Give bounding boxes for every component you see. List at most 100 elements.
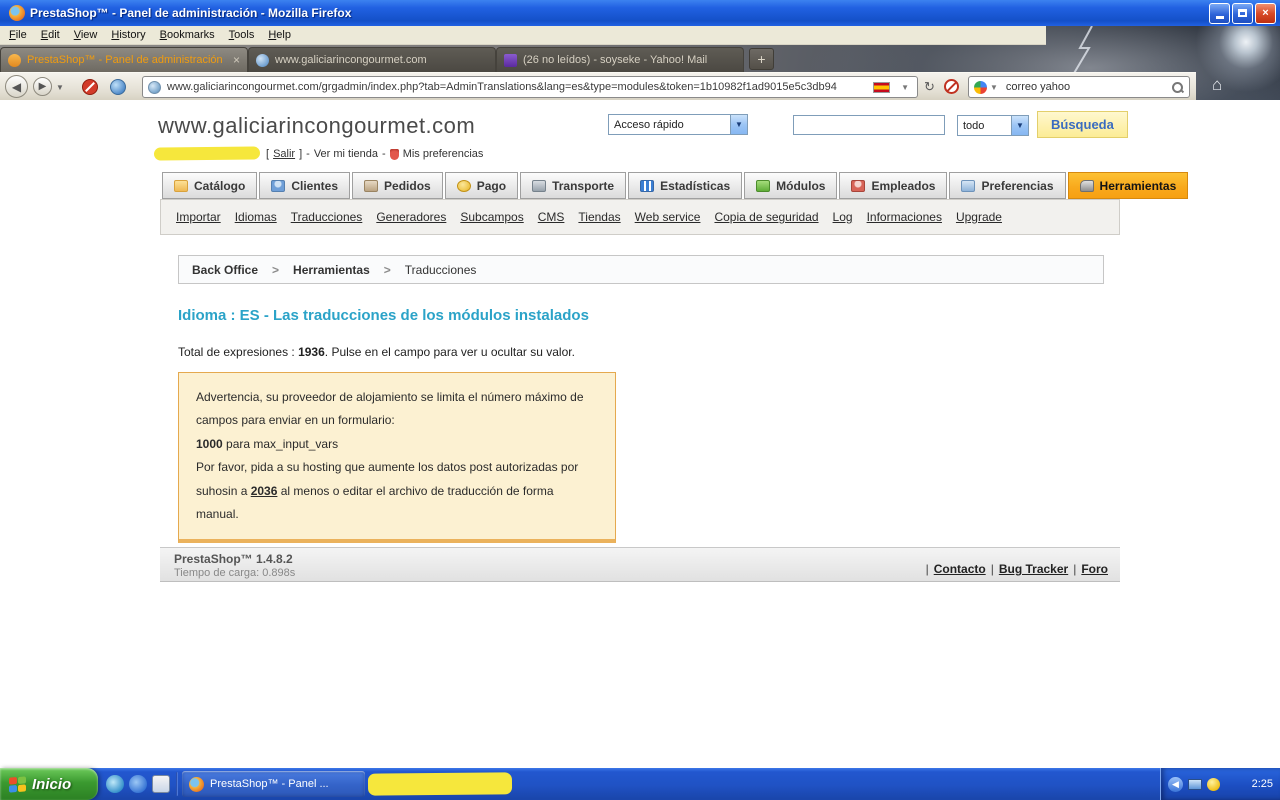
start-button[interactable]: Inicio bbox=[0, 768, 98, 800]
addon-globe-icon[interactable] bbox=[110, 79, 126, 95]
tab-pago[interactable]: Pago bbox=[444, 172, 519, 199]
shop-title: www.galiciarincongourmet.com bbox=[158, 113, 476, 138]
page-footer: PrestaShop™ 1.4.8.2 Tiempo de carga: 0.8… bbox=[160, 547, 1120, 582]
menu-view[interactable]: View bbox=[67, 27, 105, 43]
browser-search-bar[interactable]: ▼ bbox=[968, 76, 1190, 98]
quick-launch-ie-icon[interactable] bbox=[129, 775, 147, 793]
search-scope-select[interactable]: todo ▼ bbox=[957, 115, 1029, 136]
tab-label: Preferencias bbox=[981, 178, 1054, 193]
tab-label: Herramientas bbox=[1099, 178, 1177, 193]
logout-link[interactable]: Salir bbox=[273, 148, 295, 160]
back-button[interactable]: ◀ bbox=[5, 75, 28, 98]
messenger-icon[interactable] bbox=[1207, 777, 1220, 791]
submenu-copia-seguridad[interactable]: Copia de seguridad bbox=[714, 210, 818, 224]
forward-button[interactable]: ▶ bbox=[33, 77, 52, 96]
bug-tracker-link[interactable]: Bug Tracker bbox=[999, 562, 1068, 576]
preferences-icon bbox=[389, 148, 399, 160]
tab-empleados[interactable]: Empleados bbox=[839, 172, 948, 199]
task-button-label: PrestaShop™ - Panel ... bbox=[210, 778, 329, 790]
chevron-down-icon[interactable]: ▼ bbox=[1011, 116, 1028, 135]
tab-modulos[interactable]: Módulos bbox=[744, 172, 838, 199]
submenu-web-service[interactable]: Web service bbox=[635, 210, 701, 224]
submenu-traducciones[interactable]: Traducciones bbox=[291, 210, 363, 224]
tab-yahoo-mail[interactable]: (26 no leídos) - soyseke - Yahoo! Mail bbox=[496, 47, 744, 72]
menu-bookmarks[interactable]: Bookmarks bbox=[153, 27, 222, 43]
submenu-generadores[interactable]: Generadores bbox=[376, 210, 446, 224]
user-bar: [ Salir ] - Ver mi tienda - Mis preferen… bbox=[266, 148, 483, 160]
taskbar: Inicio PrestaShop™ - Panel ... ◀ 2:25 bbox=[0, 768, 1280, 800]
chevron-down-icon[interactable]: ▼ bbox=[730, 115, 747, 134]
quick-launch-desktop-icon[interactable] bbox=[106, 775, 124, 793]
payment-icon bbox=[456, 179, 471, 192]
menu-tools[interactable]: Tools bbox=[222, 27, 262, 43]
menu-file[interactable]: File bbox=[2, 27, 34, 43]
tab-galiciarincongourmet[interactable]: www.galiciarincongourmet.com bbox=[248, 47, 496, 72]
windows-logo-icon bbox=[9, 775, 26, 793]
firefox-task-button[interactable]: PrestaShop™ - Panel ... bbox=[182, 771, 365, 797]
taskbar-divider bbox=[176, 772, 178, 796]
view-store-link[interactable]: Ver mi tienda bbox=[314, 148, 378, 160]
submenu-tiendas[interactable]: Tiendas bbox=[578, 210, 620, 224]
minimize-icon bbox=[1215, 16, 1224, 19]
page-content: www.galiciarincongourmet.com Acceso rápi… bbox=[0, 100, 1280, 768]
google-icon[interactable] bbox=[974, 80, 987, 94]
history-dropdown-icon[interactable]: ▼ bbox=[56, 83, 64, 92]
new-tab-button[interactable]: + bbox=[749, 48, 774, 70]
menu-help[interactable]: Help bbox=[261, 27, 298, 43]
maximize-button[interactable] bbox=[1232, 2, 1253, 24]
system-tray: ◀ 2:25 bbox=[1160, 768, 1280, 800]
hide-icons-chevron[interactable]: ◀ bbox=[1168, 776, 1183, 792]
browser-chrome: File Edit View History Bookmarks Tools H… bbox=[0, 26, 1280, 100]
tab-pedidos[interactable]: Pedidos bbox=[352, 172, 443, 199]
tab-clientes[interactable]: Clientes bbox=[259, 172, 351, 199]
clients-icon bbox=[271, 179, 286, 192]
submenu-upgrade[interactable]: Upgrade bbox=[956, 210, 1002, 224]
quick-access-select[interactable]: Acceso rápido ▼ bbox=[608, 114, 748, 135]
tab-preferencias[interactable]: Preferencias bbox=[949, 172, 1066, 199]
tab-herramientas[interactable]: Herramientas bbox=[1067, 172, 1189, 199]
submenu-idiomas[interactable]: Idiomas bbox=[235, 210, 277, 224]
breadcrumb-herramientas[interactable]: Herramientas bbox=[293, 263, 370, 277]
shop-search-input[interactable] bbox=[793, 115, 945, 135]
total-suffix: . Pulse en el campo para ver u ocultar s… bbox=[324, 345, 575, 359]
my-preferences-link[interactable]: Mis preferencias bbox=[403, 148, 484, 160]
censored-task-item bbox=[367, 772, 513, 796]
browser-search-input[interactable] bbox=[1005, 81, 1171, 93]
submenu-subcampos[interactable]: Subcampos bbox=[460, 210, 523, 224]
menu-edit[interactable]: Edit bbox=[34, 27, 67, 43]
network-icon[interactable] bbox=[1188, 778, 1202, 790]
contacto-link[interactable]: Contacto bbox=[934, 562, 986, 576]
tab-transporte[interactable]: Transporte bbox=[520, 172, 627, 199]
tab-label: Módulos bbox=[776, 178, 826, 193]
firefox-icon bbox=[189, 776, 204, 792]
quick-launch-app-icon[interactable] bbox=[152, 775, 170, 793]
tab-catalogo[interactable]: Catálogo bbox=[162, 172, 258, 199]
close-button[interactable]: × bbox=[1255, 2, 1276, 24]
spain-flag-icon[interactable] bbox=[873, 81, 891, 93]
tab-prestashop[interactable]: PrestaShop™ - Panel de administración × bbox=[0, 47, 248, 72]
magnifier-icon[interactable] bbox=[1171, 81, 1184, 94]
submenu-cms[interactable]: CMS bbox=[538, 210, 565, 224]
submenu-informaciones[interactable]: Informaciones bbox=[867, 210, 942, 224]
tab-strip: PrestaShop™ - Panel de administración × … bbox=[0, 45, 1280, 72]
tab-estadisticas[interactable]: Estadísticas bbox=[628, 172, 743, 199]
adblock-icon[interactable] bbox=[82, 79, 98, 95]
submenu-log[interactable]: Log bbox=[833, 210, 853, 224]
url-text[interactable]: www.galiciarincongourmet.com/grgadmin/in… bbox=[167, 81, 865, 93]
tab-label: Transporte bbox=[552, 178, 615, 193]
total-count: 1936 bbox=[298, 345, 325, 359]
search-button[interactable]: Búsqueda bbox=[1037, 111, 1128, 138]
breadcrumb-back-office[interactable]: Back Office bbox=[192, 263, 258, 277]
quick-access-label: Acceso rápido bbox=[614, 118, 684, 131]
foro-link[interactable]: Foro bbox=[1081, 562, 1108, 576]
url-dropdown-icon[interactable]: ▼ bbox=[898, 83, 912, 92]
minimize-button[interactable] bbox=[1209, 2, 1230, 24]
home-icon[interactable]: ⌂ bbox=[1212, 75, 1222, 95]
url-bar[interactable]: www.galiciarincongourmet.com/grgadmin/in… bbox=[142, 76, 918, 98]
tab-close-icon[interactable]: × bbox=[233, 53, 240, 67]
submenu-importar[interactable]: Importar bbox=[176, 210, 221, 224]
search-engine-dropdown-icon[interactable]: ▼ bbox=[987, 83, 1001, 92]
menu-history[interactable]: History bbox=[104, 27, 152, 43]
blocked-content-icon[interactable] bbox=[944, 79, 959, 94]
reload-icon[interactable]: ↻ bbox=[924, 79, 935, 95]
